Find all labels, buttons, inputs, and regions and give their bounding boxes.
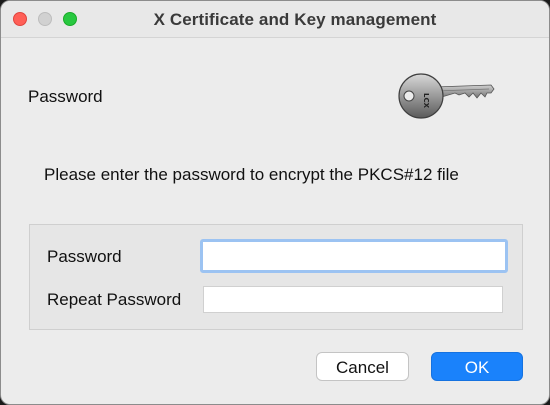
ok-button[interactable]: OK — [431, 352, 523, 381]
maximize-window-button[interactable] — [63, 12, 77, 26]
cancel-button[interactable]: Cancel — [316, 352, 409, 381]
key-icon: LCX — [398, 73, 495, 119]
title-bar[interactable]: X Certificate and Key management — [1, 1, 549, 38]
info-text: Please enter the password to encrypt the… — [44, 165, 459, 184]
dialog-window: X Certificate and Key management Passwor… — [0, 0, 550, 405]
dialog-heading: Password — [28, 87, 103, 106]
close-window-button[interactable] — [13, 12, 27, 26]
repeat-password-label: Repeat Password — [47, 290, 182, 309]
window-title: X Certificate and Key management — [153, 10, 437, 29]
repeat-password-field[interactable] — [203, 286, 503, 313]
password-label: Password — [47, 247, 122, 266]
minimize-window-button — [38, 12, 52, 26]
svg-text:LCX: LCX — [422, 93, 430, 109]
password-field[interactable] — [200, 239, 508, 273]
